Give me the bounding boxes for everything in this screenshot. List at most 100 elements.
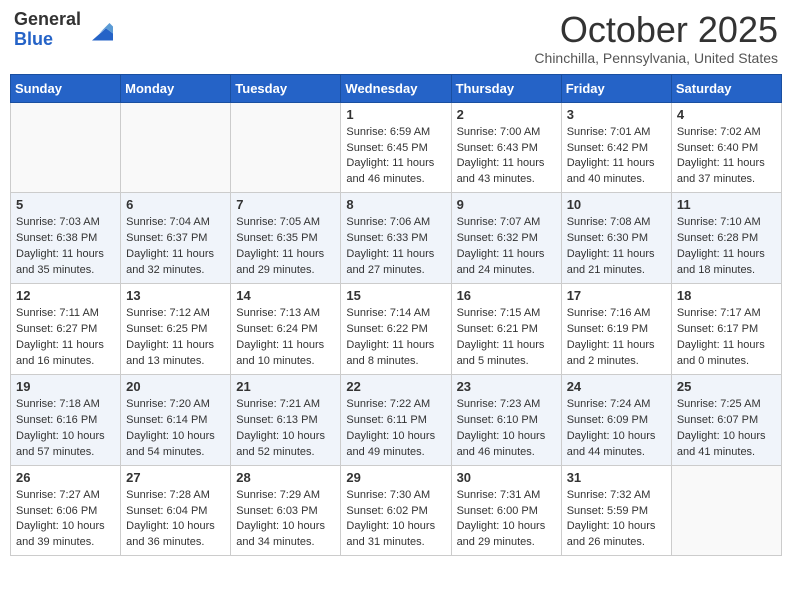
day-info: Sunrise: 7:02 AM Sunset: 6:40 PM Dayligh… <box>677 125 776 189</box>
day-info: Sunrise: 7:32 AM Sunset: 5:59 PM Dayligh… <box>567 488 666 552</box>
day-number: 24 <box>567 379 666 394</box>
day-info: Sunrise: 7:15 AM Sunset: 6:21 PM Dayligh… <box>457 306 556 370</box>
weekday-header-saturday: Saturday <box>671 74 781 102</box>
day-info: Sunrise: 6:59 AM Sunset: 6:45 PM Dayligh… <box>346 125 445 189</box>
day-number: 6 <box>126 197 225 212</box>
day-info: Sunrise: 7:04 AM Sunset: 6:37 PM Dayligh… <box>126 215 225 279</box>
logo: General Blue <box>14 10 113 50</box>
day-info: Sunrise: 7:16 AM Sunset: 6:19 PM Dayligh… <box>567 306 666 370</box>
calendar-cell: 2 Sunrise: 7:00 AM Sunset: 6:43 PM Daylig… <box>451 102 561 193</box>
weekday-header-monday: Monday <box>121 74 231 102</box>
calendar-cell: 17 Sunrise: 7:16 AM Sunset: 6:19 PM Dayli… <box>561 284 671 375</box>
day-number: 5 <box>16 197 115 212</box>
day-info: Sunrise: 7:27 AM Sunset: 6:06 PM Dayligh… <box>16 488 115 552</box>
calendar-cell: 26 Sunrise: 7:27 AM Sunset: 6:06 PM Dayli… <box>11 465 121 556</box>
day-info: Sunrise: 7:12 AM Sunset: 6:25 PM Dayligh… <box>126 306 225 370</box>
calendar-cell <box>121 102 231 193</box>
day-number: 4 <box>677 107 776 122</box>
calendar-cell: 31 Sunrise: 7:32 AM Sunset: 5:59 PM Dayli… <box>561 465 671 556</box>
day-number: 16 <box>457 288 556 303</box>
calendar-cell: 12 Sunrise: 7:11 AM Sunset: 6:27 PM Dayli… <box>11 284 121 375</box>
day-number: 25 <box>677 379 776 394</box>
day-number: 17 <box>567 288 666 303</box>
calendar-table: SundayMondayTuesdayWednesdayThursdayFrid… <box>10 74 782 557</box>
calendar-cell <box>231 102 341 193</box>
day-info: Sunrise: 7:06 AM Sunset: 6:33 PM Dayligh… <box>346 215 445 279</box>
day-number: 12 <box>16 288 115 303</box>
day-number: 13 <box>126 288 225 303</box>
calendar-cell: 5Sunrise: 7:03 AM Sunset: 6:38 PM Daylig… <box>11 193 121 284</box>
calendar-cell: 30Sunrise: 7:31 AM Sunset: 6:00 PM Dayli… <box>451 465 561 556</box>
day-info: Sunrise: 7:17 AM Sunset: 6:17 PM Dayligh… <box>677 306 776 370</box>
calendar-cell: 18Sunrise: 7:17 AM Sunset: 6:17 PM Dayli… <box>671 284 781 375</box>
day-number: 11 <box>677 197 776 212</box>
calendar-cell: 14 Sunrise: 7:13 AM Sunset: 6:24 PM Dayli… <box>231 284 341 375</box>
day-info: Sunrise: 7:30 AM Sunset: 6:02 PM Dayligh… <box>346 488 445 552</box>
calendar-cell: 7 Sunrise: 7:05 AM Sunset: 6:35 PM Daylig… <box>231 193 341 284</box>
day-info: Sunrise: 7:20 AM Sunset: 6:14 PM Dayligh… <box>126 397 225 461</box>
day-number: 8 <box>346 197 445 212</box>
day-info: Sunrise: 7:22 AM Sunset: 6:11 PM Dayligh… <box>346 397 445 461</box>
calendar-cell: 24Sunrise: 7:24 AM Sunset: 6:09 PM Dayli… <box>561 374 671 465</box>
day-info: Sunrise: 7:14 AM Sunset: 6:22 PM Dayligh… <box>346 306 445 370</box>
day-number: 14 <box>236 288 335 303</box>
page-header: General Blue October 2025 Chinchilla, Pe… <box>10 10 782 66</box>
calendar-cell: 4 Sunrise: 7:02 AM Sunset: 6:40 PM Daylig… <box>671 102 781 193</box>
location-text: Chinchilla, Pennsylvania, United States <box>534 50 778 66</box>
calendar-cell: 6 Sunrise: 7:04 AM Sunset: 6:37 PM Daylig… <box>121 193 231 284</box>
day-number: 28 <box>236 470 335 485</box>
calendar-cell: 27Sunrise: 7:28 AM Sunset: 6:04 PM Dayli… <box>121 465 231 556</box>
calendar-week-row: 1 Sunrise: 6:59 AM Sunset: 6:45 PM Daylig… <box>11 102 782 193</box>
day-number: 10 <box>567 197 666 212</box>
calendar-cell <box>671 465 781 556</box>
calendar-cell: 29 Sunrise: 7:30 AM Sunset: 6:02 PM Dayli… <box>341 465 451 556</box>
logo-general-text: General <box>14 9 81 29</box>
day-number: 20 <box>126 379 225 394</box>
calendar-cell: 21 Sunrise: 7:21 AM Sunset: 6:13 PM Dayli… <box>231 374 341 465</box>
day-number: 29 <box>346 470 445 485</box>
day-info: Sunrise: 7:13 AM Sunset: 6:24 PM Dayligh… <box>236 306 335 370</box>
calendar-cell: 10 Sunrise: 7:08 AM Sunset: 6:30 PM Dayli… <box>561 193 671 284</box>
calendar-cell: 23Sunrise: 7:23 AM Sunset: 6:10 PM Dayli… <box>451 374 561 465</box>
logo-icon <box>85 16 113 44</box>
day-number: 31 <box>567 470 666 485</box>
calendar-week-row: 19Sunrise: 7:18 AM Sunset: 6:16 PM Dayli… <box>11 374 782 465</box>
weekday-header-friday: Friday <box>561 74 671 102</box>
day-number: 27 <box>126 470 225 485</box>
day-number: 3 <box>567 107 666 122</box>
calendar-cell <box>11 102 121 193</box>
day-info: Sunrise: 7:21 AM Sunset: 6:13 PM Dayligh… <box>236 397 335 461</box>
day-number: 2 <box>457 107 556 122</box>
day-info: Sunrise: 7:00 AM Sunset: 6:43 PM Dayligh… <box>457 125 556 189</box>
calendar-cell: 13 Sunrise: 7:12 AM Sunset: 6:25 PM Dayli… <box>121 284 231 375</box>
day-info: Sunrise: 7:07 AM Sunset: 6:32 PM Dayligh… <box>457 215 556 279</box>
calendar-cell: 11Sunrise: 7:10 AM Sunset: 6:28 PM Dayli… <box>671 193 781 284</box>
calendar-cell: 16 Sunrise: 7:15 AM Sunset: 6:21 PM Dayli… <box>451 284 561 375</box>
day-info: Sunrise: 7:01 AM Sunset: 6:42 PM Dayligh… <box>567 125 666 189</box>
day-number: 26 <box>16 470 115 485</box>
day-info: Sunrise: 7:25 AM Sunset: 6:07 PM Dayligh… <box>677 397 776 461</box>
calendar-cell: 20 Sunrise: 7:20 AM Sunset: 6:14 PM Dayli… <box>121 374 231 465</box>
calendar-week-row: 26 Sunrise: 7:27 AM Sunset: 6:06 PM Dayli… <box>11 465 782 556</box>
day-info: Sunrise: 7:31 AM Sunset: 6:00 PM Dayligh… <box>457 488 556 552</box>
calendar-cell: 9 Sunrise: 7:07 AM Sunset: 6:32 PM Daylig… <box>451 193 561 284</box>
day-info: Sunrise: 7:05 AM Sunset: 6:35 PM Dayligh… <box>236 215 335 279</box>
day-number: 1 <box>346 107 445 122</box>
weekday-header-wednesday: Wednesday <box>341 74 451 102</box>
day-info: Sunrise: 7:11 AM Sunset: 6:27 PM Dayligh… <box>16 306 115 370</box>
calendar-cell: 19Sunrise: 7:18 AM Sunset: 6:16 PM Dayli… <box>11 374 121 465</box>
day-info: Sunrise: 7:23 AM Sunset: 6:10 PM Dayligh… <box>457 397 556 461</box>
day-number: 9 <box>457 197 556 212</box>
title-block: October 2025 Chinchilla, Pennsylvania, U… <box>534 10 778 66</box>
logo-blue-text: Blue <box>14 29 53 49</box>
day-number: 21 <box>236 379 335 394</box>
day-number: 7 <box>236 197 335 212</box>
calendar-cell: 3 Sunrise: 7:01 AM Sunset: 6:42 PM Daylig… <box>561 102 671 193</box>
day-info: Sunrise: 7:29 AM Sunset: 6:03 PM Dayligh… <box>236 488 335 552</box>
calendar-cell: 25 Sunrise: 7:25 AM Sunset: 6:07 PM Dayli… <box>671 374 781 465</box>
weekday-header-thursday: Thursday <box>451 74 561 102</box>
day-info: Sunrise: 7:18 AM Sunset: 6:16 PM Dayligh… <box>16 397 115 461</box>
day-info: Sunrise: 7:08 AM Sunset: 6:30 PM Dayligh… <box>567 215 666 279</box>
day-number: 15 <box>346 288 445 303</box>
calendar-cell: 15 Sunrise: 7:14 AM Sunset: 6:22 PM Dayli… <box>341 284 451 375</box>
